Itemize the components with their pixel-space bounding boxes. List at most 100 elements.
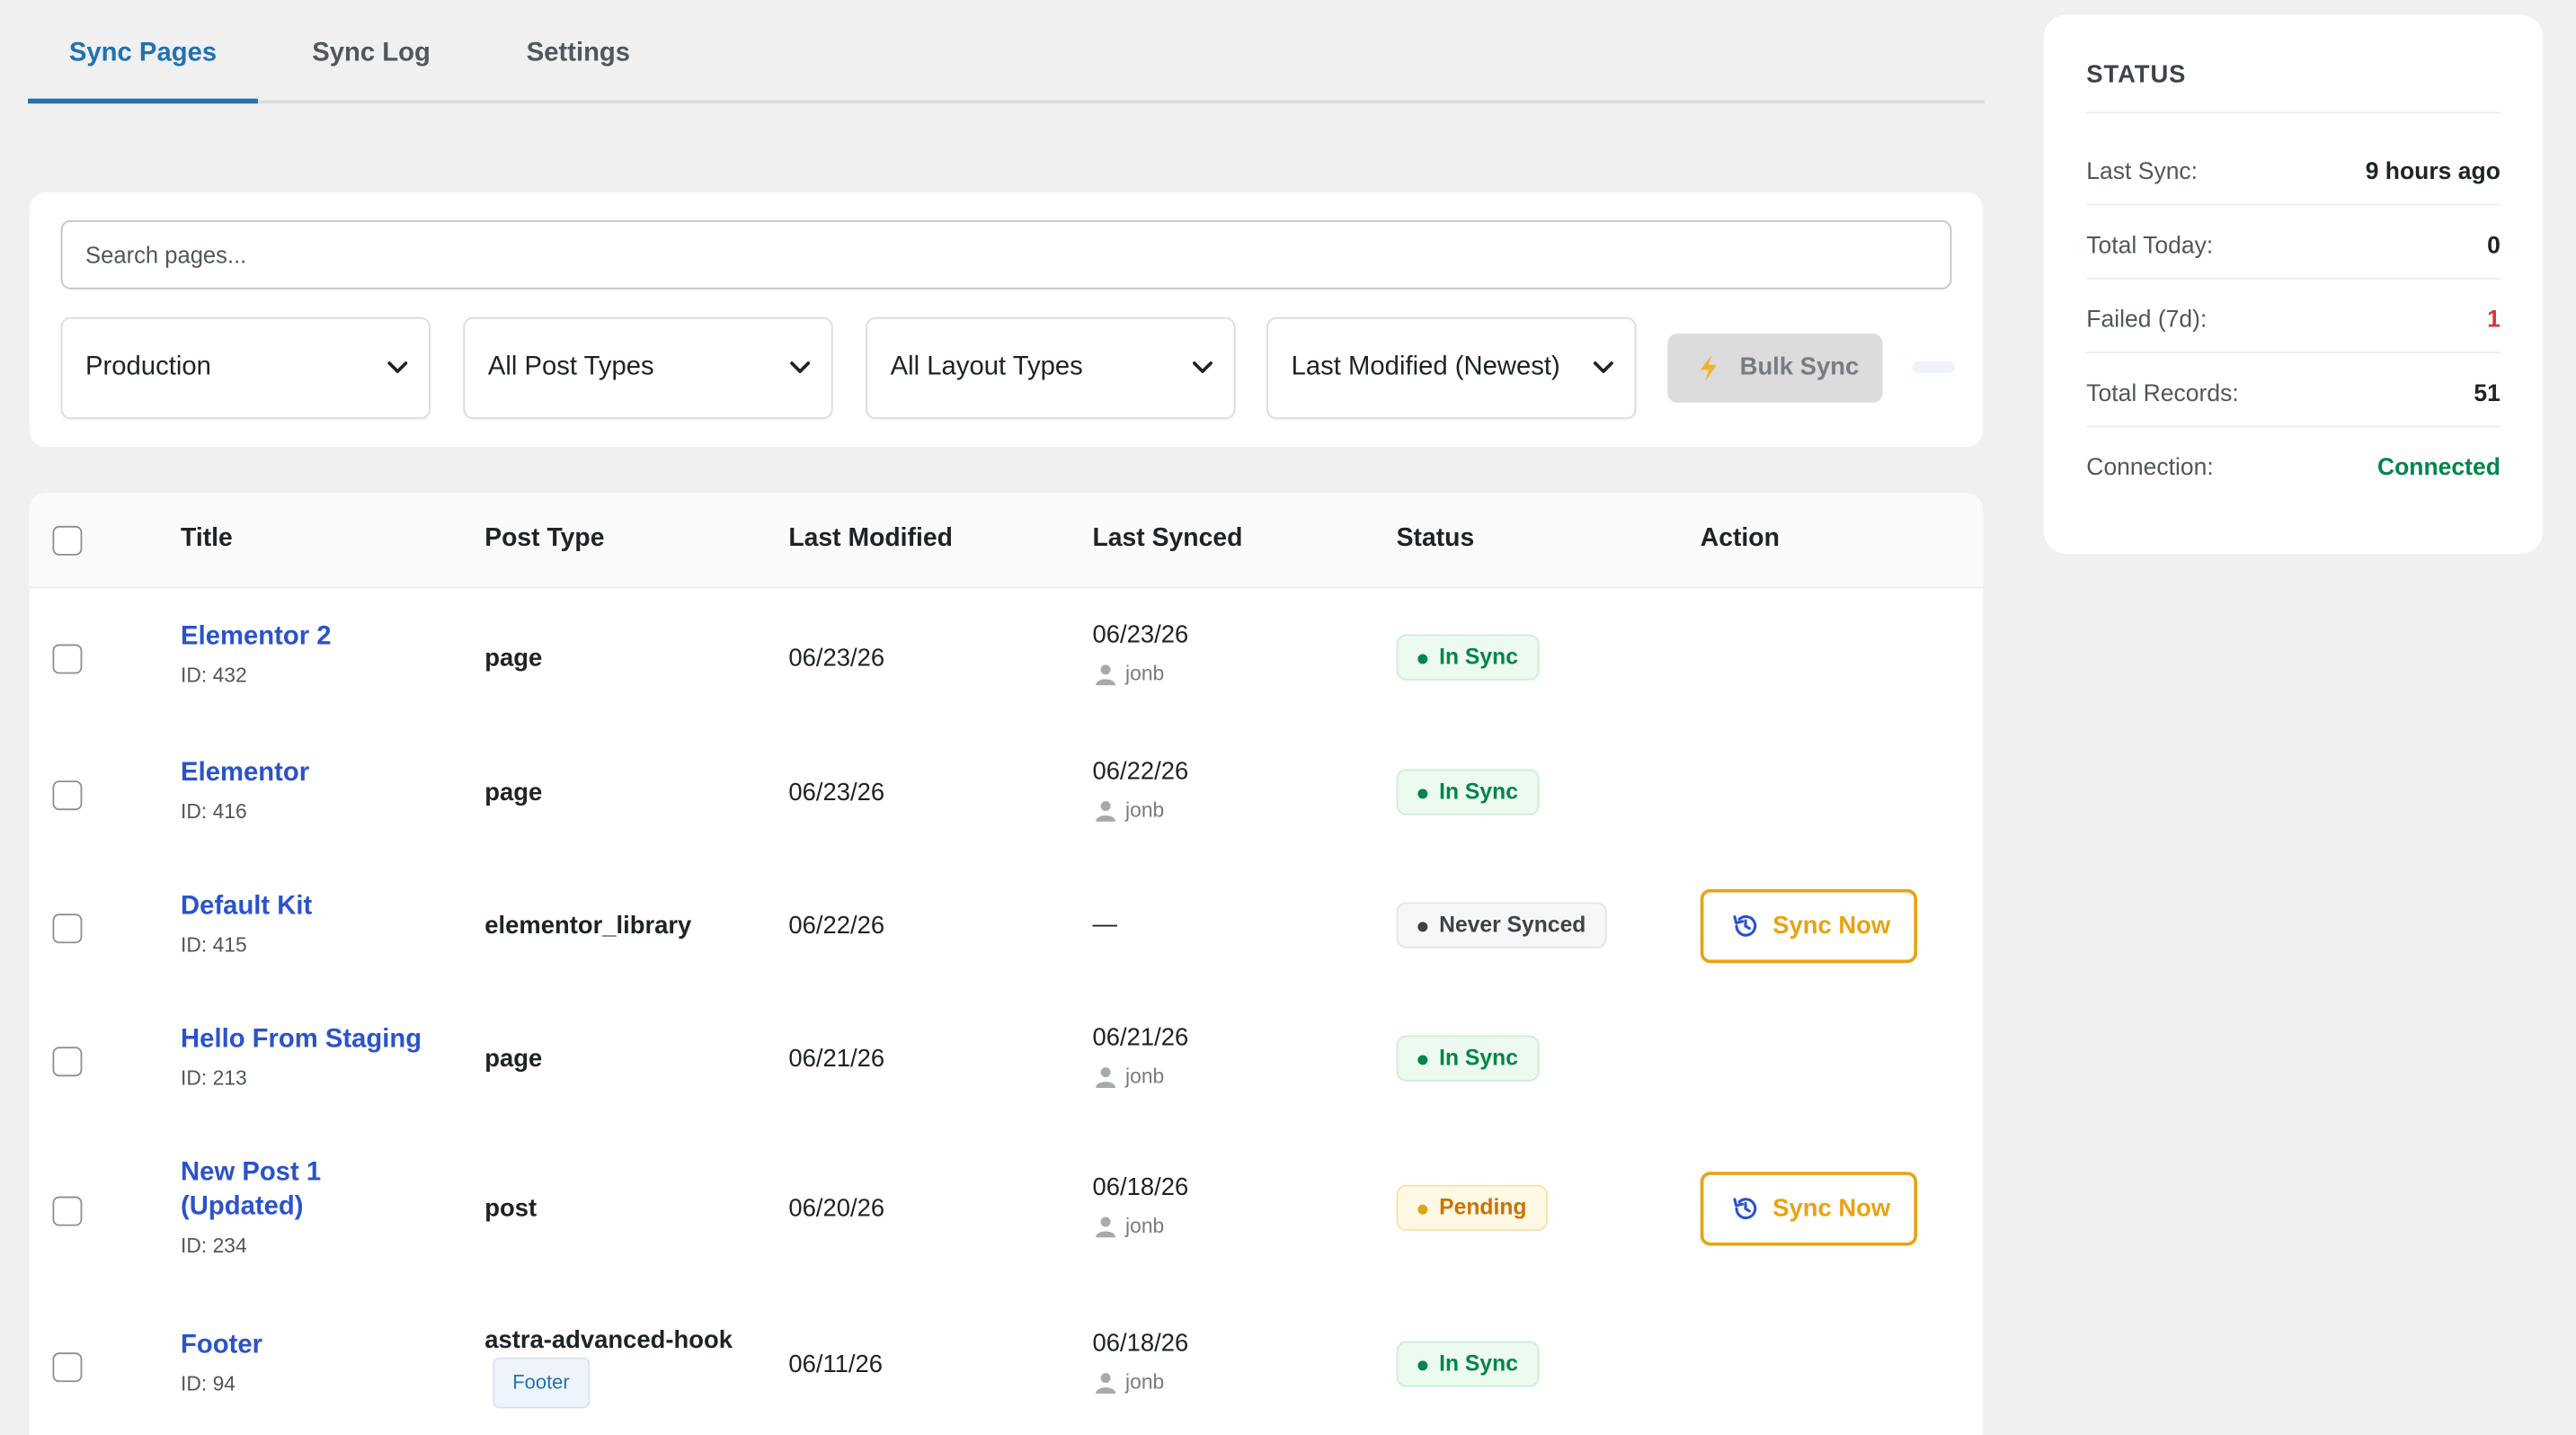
post-type: page [484, 779, 543, 807]
tab-bar: Sync Pages Sync Log Settings [28, 0, 1985, 104]
page-title-link[interactable]: Footer [181, 1328, 262, 1362]
page-id: ID: 432 [181, 664, 247, 688]
synced-by-user: jonb [1092, 1065, 1164, 1089]
divider [2086, 111, 2500, 114]
row-checkbox[interactable] [52, 1196, 83, 1226]
page-title-link[interactable]: Hello From Staging [181, 1022, 422, 1056]
sort-select-value: Last Modified (Newest) [1291, 352, 1560, 382]
table-row: Footer ID: 94 astra-advanced-hook Footer… [30, 1293, 1983, 1435]
tab-settings[interactable]: Settings [501, 0, 655, 103]
filter-panel: Production All Post Types All Layout Typ… [29, 192, 1984, 448]
user-icon [1096, 1067, 1116, 1089]
layout-type-tag: Footer [493, 1357, 590, 1409]
divider [2086, 277, 2500, 280]
column-header-last-synced[interactable]: Last Synced [1092, 524, 1242, 554]
last-synced-date: 06/18/26 [1092, 1173, 1189, 1202]
history-icon [1733, 914, 1757, 937]
chevron-down-icon [1192, 361, 1212, 373]
chevron-down-icon [387, 361, 408, 373]
user-name: jonb [1125, 1214, 1165, 1238]
post-type: post [484, 1194, 537, 1223]
post-type: astra-advanced-hook [484, 1326, 733, 1355]
column-header-action: Action [1700, 524, 1780, 553]
synced-by-user: jonb [1092, 798, 1164, 822]
environment-select[interactable]: Production [60, 316, 431, 420]
sort-select[interactable]: Last Modified (Newest) [1266, 316, 1637, 420]
sync-now-button[interactable]: Sync Now [1700, 888, 1918, 964]
sync-now-button[interactable]: Sync Now [1700, 1172, 1918, 1246]
column-header-post-type[interactable]: Post Type [484, 524, 604, 554]
table-header: Title Post Type Last Modified Last Synce… [29, 493, 1984, 589]
table-row: Elementor ID: 416 page 06/23/26 06/22/26… [30, 725, 1983, 860]
last-modified: 06/21/26 [788, 1045, 885, 1074]
status-panel-title: STATUS [2086, 60, 2187, 89]
post-type: elementor_library [484, 912, 692, 940]
page-title-link[interactable]: Default Kit [181, 889, 312, 923]
status-text: In Sync [1439, 1045, 1518, 1070]
column-header-last-modified[interactable]: Last Modified [788, 524, 953, 554]
layout-type-select[interactable]: All Layout Types [866, 316, 1236, 420]
tab-sync-log[interactable]: Sync Log [291, 0, 452, 103]
history-icon [1733, 1198, 1757, 1220]
row-checkbox[interactable] [52, 914, 83, 944]
page-title-link[interactable]: New Post 1 (Updated) [181, 1155, 321, 1225]
column-header-status[interactable]: Status [1397, 524, 1475, 554]
page-id: ID: 415 [181, 933, 247, 957]
status-badge: In Sync [1396, 1035, 1540, 1082]
status-dot [1417, 922, 1428, 932]
tab-sync-pages[interactable]: Sync Pages [28, 0, 258, 104]
last-modified: 06/11/26 [788, 1350, 884, 1379]
post-type-select-value: All Post Types [487, 352, 654, 382]
table-row: New Post 1 (Updated) ID: 234 post 06/20/… [30, 1126, 1983, 1293]
app-root: Sync Pages Sync Log Settings Production … [0, 0, 2576, 1435]
column-header-title[interactable]: Title [181, 524, 233, 554]
row-checkbox[interactable] [52, 780, 83, 811]
search-input[interactable] [60, 219, 1952, 290]
status-text: Pending [1439, 1194, 1527, 1220]
environment-select-value: Production [85, 352, 211, 382]
connection-value: Connected [2376, 455, 2500, 482]
lightning-icon [1700, 354, 1718, 382]
post-type: page [484, 644, 543, 673]
table-row: Default Kit ID: 415 elementor_library 06… [30, 860, 1983, 993]
last-modified: 06/23/26 [788, 644, 885, 673]
status-text: In Sync [1439, 1350, 1518, 1376]
status-badge: Pending [1396, 1184, 1549, 1232]
row-checkbox[interactable] [52, 1352, 83, 1383]
status-panel: STATUS Last Sync: 9 hours ago Total Toda… [2043, 14, 2544, 554]
last-modified: 06/20/26 [788, 1194, 885, 1223]
user-icon [1096, 801, 1116, 822]
last-synced-date: — [1092, 910, 1117, 939]
bulk-sync-button[interactable]: Bulk Sync [1667, 334, 1883, 403]
post-type: page [484, 1045, 543, 1074]
failed-label: Failed (7d): [2086, 307, 2207, 334]
status-dot [1417, 1204, 1428, 1215]
status-badge: In Sync [1396, 634, 1540, 681]
chevron-down-icon [790, 361, 811, 373]
divider [2086, 425, 2500, 428]
status-dot [1417, 1055, 1428, 1065]
last-modified: 06/23/26 [788, 779, 885, 807]
sync-now-label: Sync Now [1772, 1194, 1891, 1223]
total-today-value: 0 [2487, 233, 2500, 260]
total-records-label: Total Records: [2086, 381, 2239, 408]
table-row: Hello From Staging ID: 213 page 06/21/26… [30, 993, 1983, 1126]
page-id: ID: 234 [181, 1234, 247, 1258]
total-today-label: Total Today: [2086, 233, 2214, 260]
page-title-line: New Post 1 [181, 1158, 322, 1187]
chevron-down-icon [1593, 361, 1613, 373]
select-all-checkbox[interactable] [52, 525, 83, 556]
row-checkbox[interactable] [52, 1047, 83, 1077]
status-text: Never Synced [1439, 912, 1586, 937]
synced-by-user: jonb [1092, 1370, 1164, 1394]
user-icon [1096, 1217, 1116, 1238]
page-title-link[interactable]: Elementor [181, 756, 309, 790]
user-icon [1096, 1373, 1116, 1394]
last-sync-label: Last Sync: [2086, 159, 2198, 186]
page-title-link[interactable]: Elementor 2 [181, 619, 331, 654]
last-synced-date: 06/18/26 [1092, 1329, 1189, 1358]
layout-type-select-value: All Layout Types [890, 352, 1083, 382]
row-checkbox[interactable] [52, 644, 83, 674]
post-type-select[interactable]: All Post Types [463, 316, 833, 420]
user-name: jonb [1125, 798, 1165, 822]
